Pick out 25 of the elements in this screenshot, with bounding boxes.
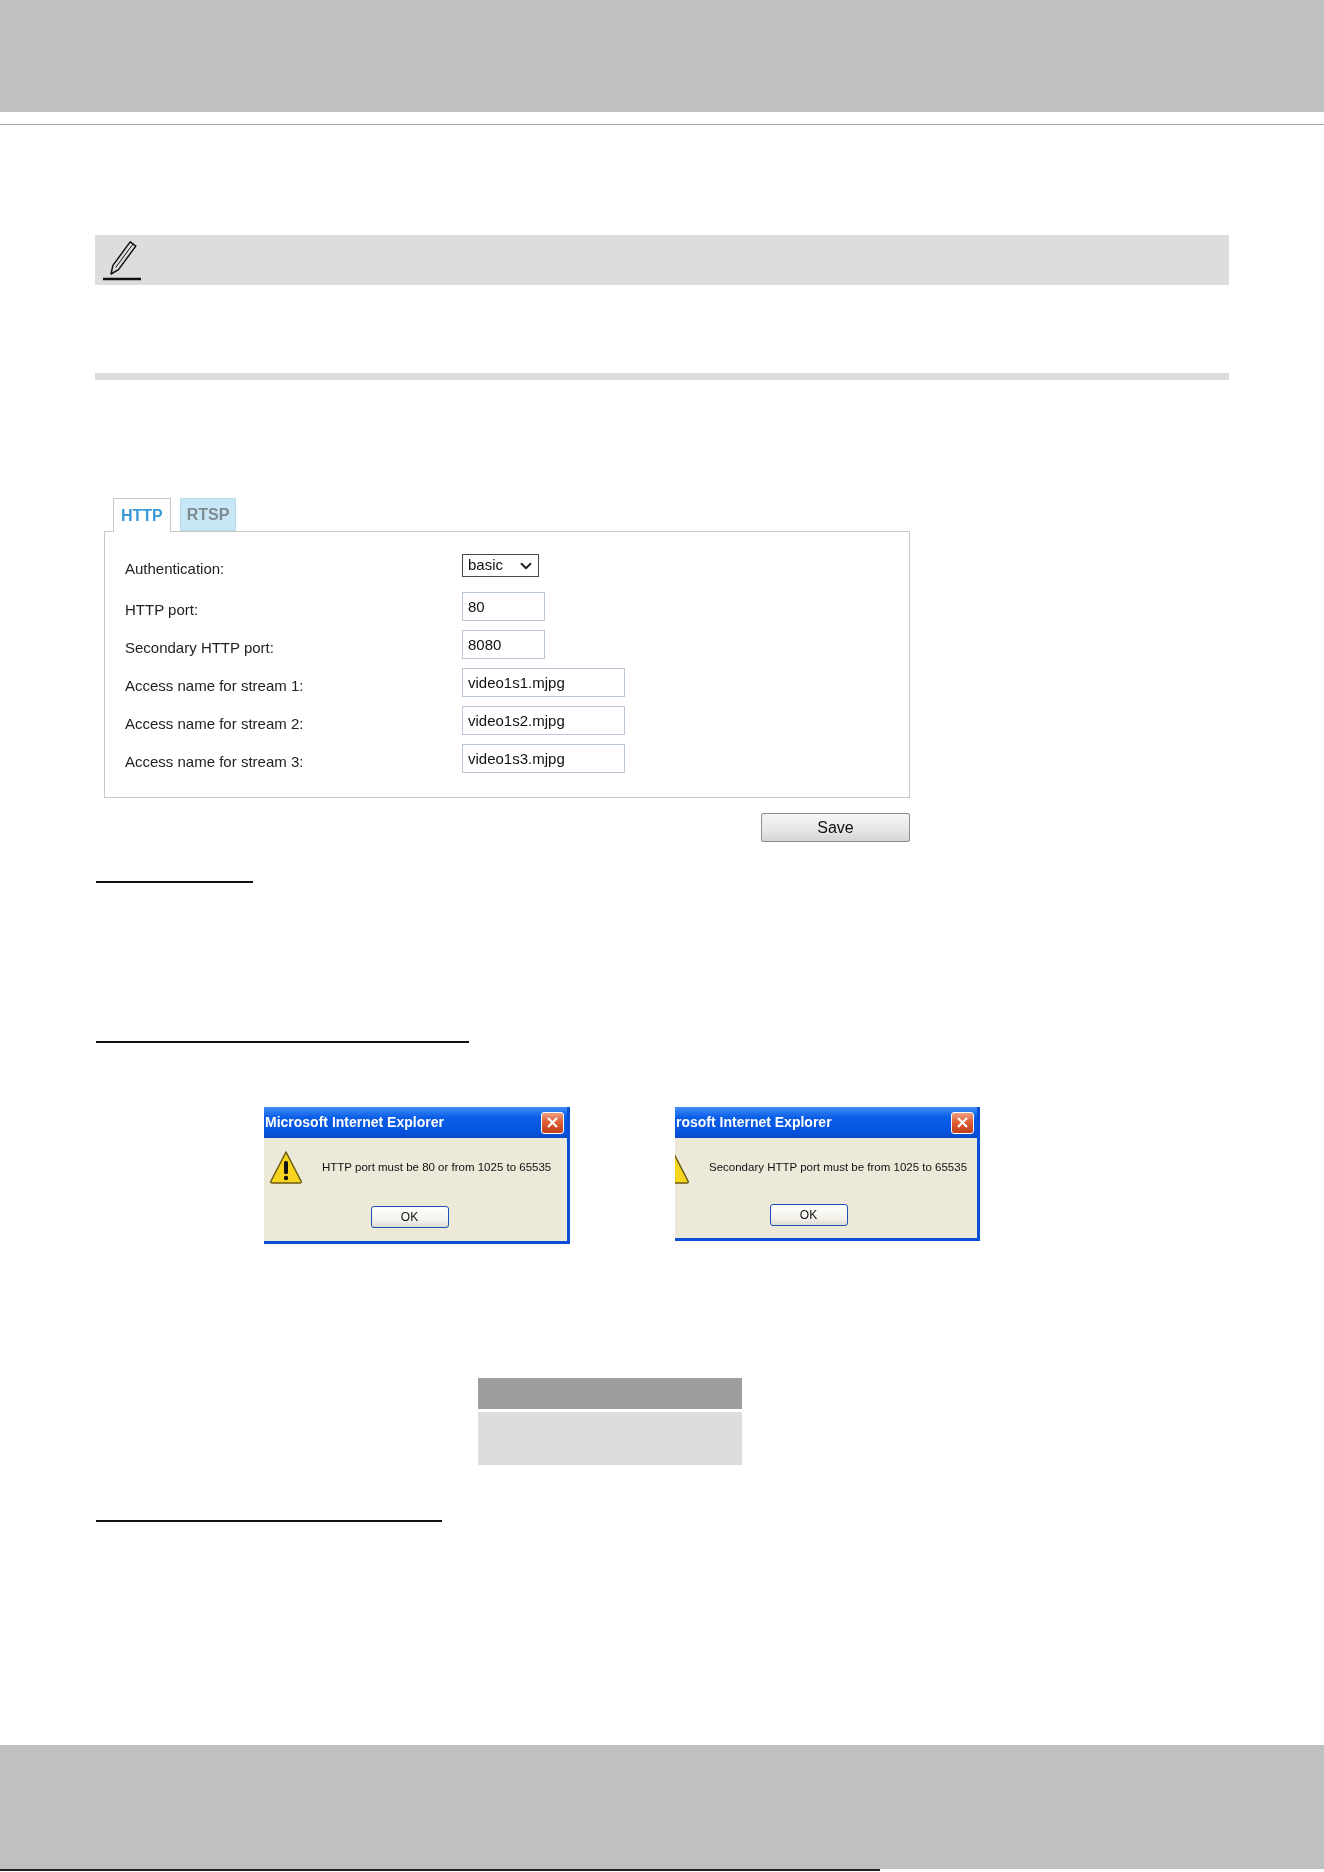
- dialog-message: Secondary HTTP port must be from 1025 to 65535: [709, 1159, 968, 1175]
- dialog-message: HTTP port must be 80 or from 1025 to 65535: [322, 1159, 552, 1175]
- text-input[interactable]: 8080: [462, 630, 545, 659]
- ok-button[interactable]: OK: [370, 1206, 449, 1228]
- ok-button[interactable]: OK: [769, 1204, 848, 1226]
- close-icon: [547, 1117, 558, 1128]
- text-input[interactable]: video1s3.mjpg: [462, 744, 625, 773]
- dialog-title: rosoft Internet Explorer: [675, 1113, 832, 1132]
- field-label: Access name for stream 3:: [125, 751, 305, 772]
- close-button[interactable]: [951, 1111, 974, 1134]
- field-label: Access name for stream 2:: [125, 713, 305, 734]
- field-label: Access name for stream 1:: [125, 675, 305, 696]
- warning-icon: [269, 1150, 303, 1185]
- text-input[interactable]: video1s1.mjpg: [462, 668, 625, 697]
- text-input[interactable]: video1s2.mjpg: [462, 706, 625, 735]
- close-icon: [957, 1117, 968, 1128]
- dialog-title: Microsoft Internet Explorer: [264, 1113, 444, 1132]
- text-input[interactable]: 80: [462, 592, 545, 621]
- authentication-select[interactable]: basic: [462, 554, 539, 577]
- save-button[interactable]: Save: [761, 813, 910, 842]
- pencil-icon: [103, 241, 141, 281]
- field-label: HTTP port:: [125, 599, 200, 620]
- field-label: Authentication:: [125, 558, 226, 579]
- field-label: Secondary HTTP port:: [125, 637, 275, 658]
- close-button[interactable]: [541, 1111, 564, 1134]
